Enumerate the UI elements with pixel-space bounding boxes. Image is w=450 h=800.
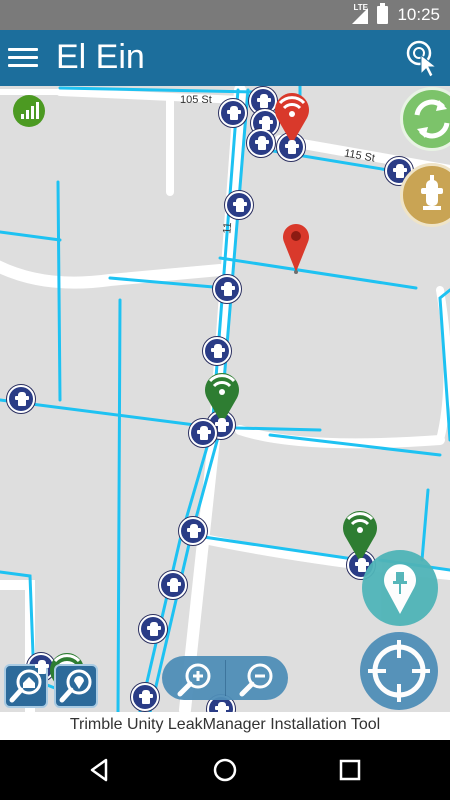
hydrant-marker[interactable] [212,274,242,304]
zoom-divider [225,660,226,696]
crosshair-icon [368,640,430,702]
system-nav-bar [0,740,450,800]
hydrant-marker[interactable] [246,128,276,158]
refresh-button[interactable] [400,87,450,151]
hydrant-marker[interactable] [138,614,168,644]
touch-select-icon[interactable] [404,38,442,78]
zoom-out-button[interactable] [232,658,282,698]
locate-button[interactable] [360,632,438,710]
refresh-icon [414,99,450,139]
street-label-11: 11 [221,221,235,235]
zoom-sensor-button[interactable] [54,664,98,708]
clock: 10:25 [397,5,440,24]
zoom-controls [162,656,288,700]
drop-pin-button[interactable] [362,550,438,626]
status-bar: LTE 10:25 [0,0,450,30]
hydrant-icon [421,175,443,210]
battery-icon [377,3,388,24]
recents-icon[interactable] [334,754,366,786]
hydrant-marker[interactable] [224,190,254,220]
back-icon[interactable] [84,754,116,786]
street-label-105: 105 St [180,94,212,106]
hydrant-marker[interactable] [130,682,160,712]
page-title: El Ein [56,38,145,76]
zoom-in-icon [177,663,211,697]
app-footer: Trimble Unity LeakManager Installation T… [0,712,450,740]
hydrant-marker[interactable] [218,98,248,128]
home-icon[interactable] [209,754,241,786]
hydrant-layer-button[interactable] [400,163,450,227]
hydrant-marker[interactable] [6,384,36,414]
location-pin[interactable] [282,222,310,279]
hamburger-menu-icon[interactable] [8,44,40,72]
signal-strength-icon [12,94,46,133]
zoom-in-button[interactable] [170,658,220,698]
hydrant-marker[interactable] [178,516,208,546]
zoom-out-icon [239,663,273,697]
drop-pin-icon [384,564,416,614]
app-bar: El Ein [0,30,450,86]
zoom-sensor-icon [59,669,92,703]
hydrant-marker[interactable] [202,336,232,366]
signal-icon [352,8,368,24]
hydrant-marker[interactable] [158,570,188,600]
